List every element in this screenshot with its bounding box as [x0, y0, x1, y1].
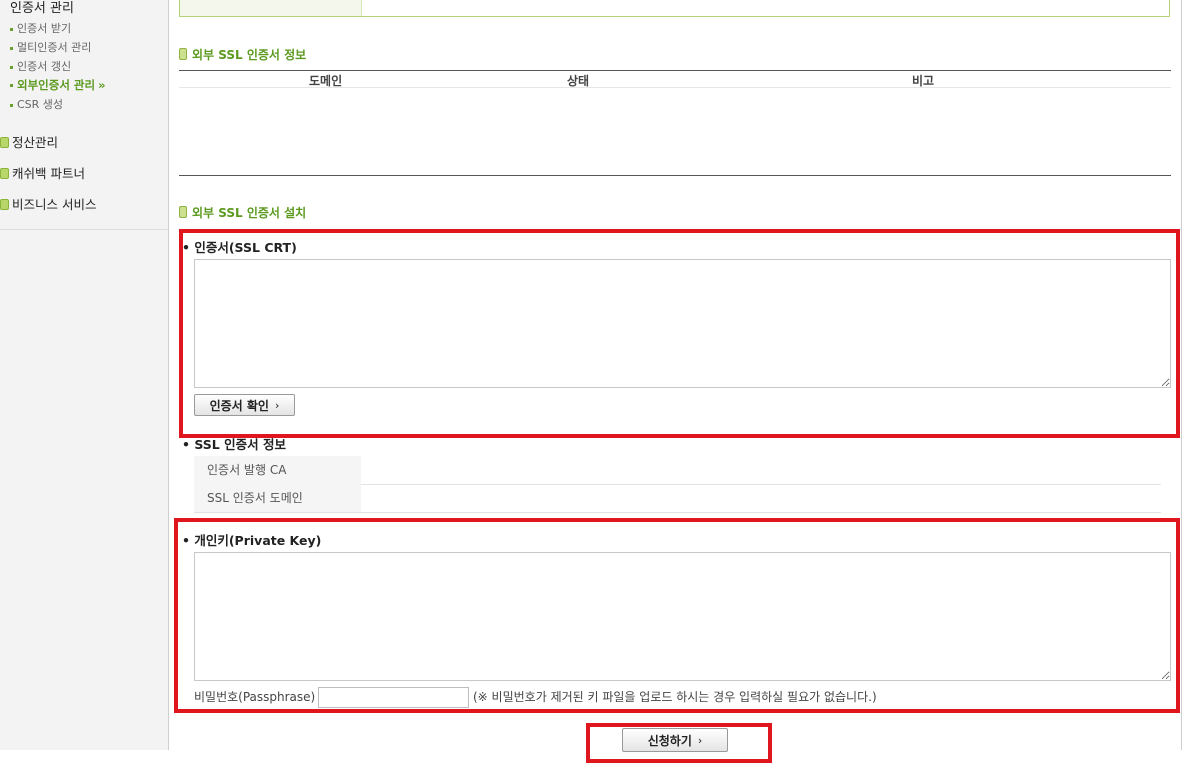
sidebar-item-label: 인증서 갱신 — [17, 60, 72, 73]
sidebar-item-cert-renew[interactable]: 인증서 갱신 — [10, 58, 71, 74]
passphrase-input[interactable] — [318, 687, 469, 708]
sidebar-item-settlement[interactable]: 정산관리 — [0, 132, 58, 151]
sidebar-item-label: 비즈니스 서비스 — [12, 197, 97, 212]
sidebar-item-external-cert[interactable]: 외부인증서 관리» — [10, 77, 106, 93]
top-table-fragment — [179, 0, 1170, 17]
passphrase-label: 비밀번호(Passphrase) — [194, 690, 316, 704]
ssl-info-title: 외부 SSL 인증서 정보 — [179, 46, 306, 63]
private-key-label: • 개인키(Private Key) — [182, 533, 322, 548]
ssl-info-table: 도메인 상태 비고 — [179, 70, 1171, 176]
section-bullet-icon — [179, 206, 187, 218]
cert-info-label: • SSL 인증서 정보 — [182, 437, 286, 452]
menu-bullet-icon — [0, 137, 9, 148]
passphrase-note: (※ 비밀번호가 제거된 키 파일을 업로드 하시는 경우 입력하실 필요가 없… — [473, 690, 877, 704]
sidebar-item-multi-cert[interactable]: 멀티인증서 관리 — [10, 39, 91, 55]
sidebar-item-label: 인증서 받기 — [17, 22, 72, 35]
crt-textarea[interactable] — [194, 259, 1171, 388]
private-key-textarea[interactable] — [194, 552, 1171, 681]
bullet-icon — [10, 27, 13, 31]
sidebar-group-title: 인증서 관리 — [10, 1, 74, 16]
bullet-icon — [10, 65, 13, 69]
chevron-right-icon: › — [697, 733, 703, 747]
row-key: 인증서 발행 CA — [194, 456, 361, 484]
button-label: 신청하기 — [647, 733, 692, 748]
crt-label: • 인증서(SSL CRT) — [182, 240, 297, 255]
sidebar-item-label: 정산관리 — [12, 135, 59, 150]
row-key: SSL 인증서 도메인 — [194, 484, 361, 512]
verify-cert-button[interactable]: 인증서 확인 › — [194, 394, 295, 416]
chevron-right-icon: › — [274, 398, 280, 412]
table-row: 인증서 발행 CA — [194, 456, 1161, 485]
sidebar-item-cert-receive[interactable]: 인증서 받기 — [10, 20, 71, 36]
sidebar-item-label: CSR 생성 — [17, 98, 64, 111]
sidebar-item-label: 캐쉬백 파트너 — [12, 166, 85, 181]
section-title-text: 외부 SSL 인증서 설치 — [192, 206, 307, 220]
bullet-icon — [10, 103, 13, 107]
button-label: 인증서 확인 — [209, 398, 269, 413]
table-top-border — [179, 70, 1171, 71]
main-content: 외부 SSL 인증서 정보 도메인 상태 비고 외부 SSL 인증서 설치 • … — [169, 0, 1189, 763]
bullet-icon — [10, 46, 13, 50]
table-row: SSL 인증서 도메인 — [194, 484, 1161, 513]
header-divider — [179, 87, 1171, 88]
section-title-text: 외부 SSL 인증서 정보 — [192, 48, 307, 62]
menu-bullet-icon — [0, 199, 9, 210]
sidebar: 인증서 관리 인증서 받기 멀티인증서 관리 인증서 갱신 외부인증서 관리» … — [0, 0, 169, 750]
sidebar-item-label: 멀티인증서 관리 — [17, 41, 92, 54]
page-right-border — [1181, 0, 1182, 750]
sidebar-item-label: 외부인증서 관리 — [17, 78, 96, 92]
table-bottom-border — [179, 175, 1171, 176]
bullet-icon — [10, 84, 13, 87]
sidebar-item-business[interactable]: 비즈니스 서비스 — [0, 194, 96, 213]
sidebar-item-cashback[interactable]: 캐쉬백 파트너 — [0, 163, 85, 182]
active-arrow-icon: » — [98, 78, 106, 92]
cert-info-table: 인증서 발행 CA SSL 인증서 도메인 — [194, 456, 1161, 513]
table-header-cell — [180, 0, 362, 16]
sidebar-divider — [0, 229, 168, 230]
section-bullet-icon — [179, 48, 187, 60]
ssl-install-title: 외부 SSL 인증서 설치 — [179, 204, 306, 221]
sidebar-item-csr[interactable]: CSR 생성 — [10, 96, 63, 112]
submit-button[interactable]: 신청하기 › — [622, 728, 728, 752]
menu-bullet-icon — [0, 168, 9, 179]
